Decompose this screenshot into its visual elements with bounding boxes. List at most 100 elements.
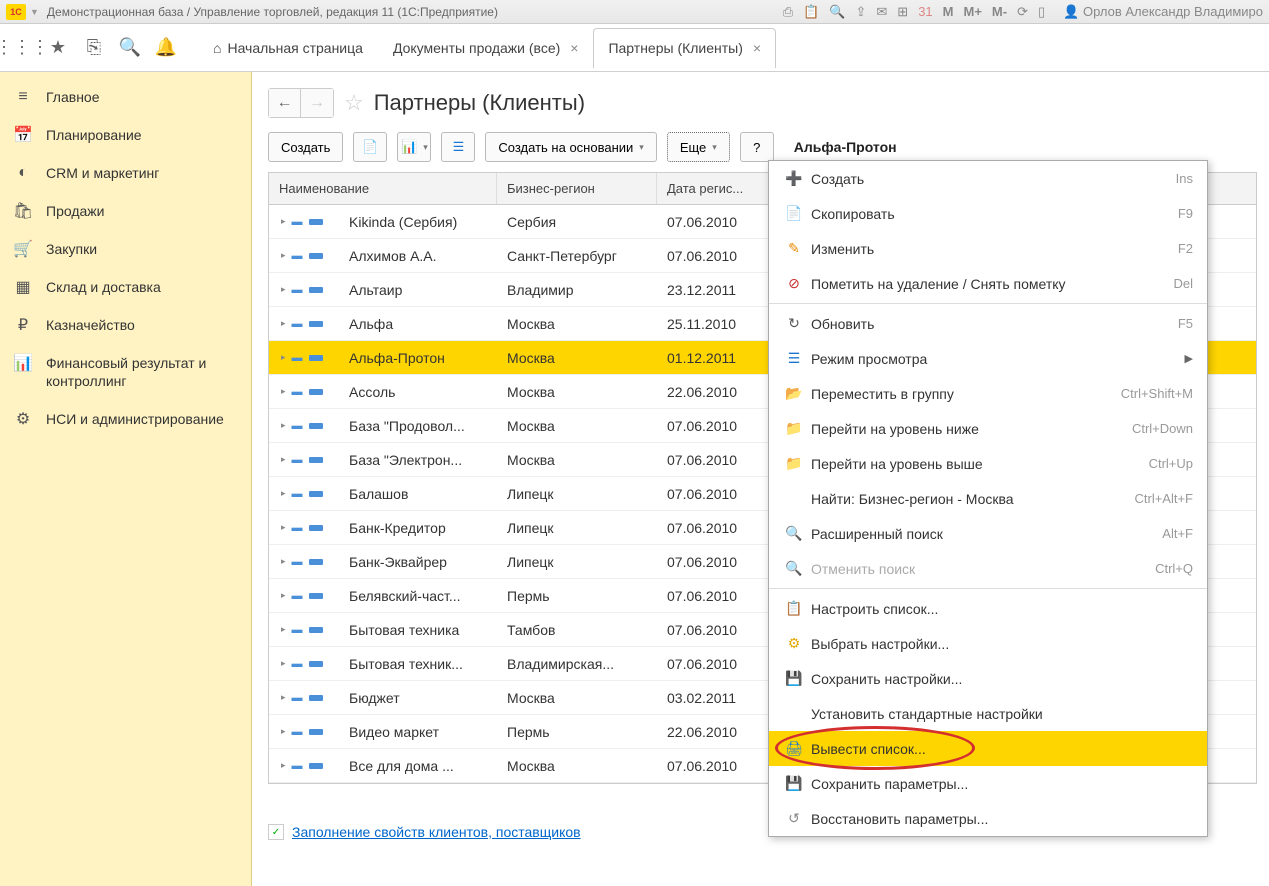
titlebar: 1C ▼ Демонстрационная база / Управление … [0,0,1269,24]
sidebar-icon: 📊 [14,354,32,372]
menu-item-15[interactable]: ⚙Выбрать настройки... [769,626,1207,661]
bell-icon[interactable]: 🔔 [152,34,180,62]
menu-shortcut: Ins [1176,171,1193,186]
print-icon[interactable]: ⎙ [783,4,793,20]
refresh-icon[interactable]: ⟳ [1017,4,1028,20]
tab-documents[interactable]: Документы продажи (все) × [378,28,594,68]
search-toolbar-icon[interactable]: 🔍 [116,34,144,62]
sidebar-item-6[interactable]: ₽Казначейство [0,306,251,344]
copy-icon[interactable]: 📋 [803,4,819,20]
menu-icon: ⚙ [783,635,805,652]
cell-date: 22.06.2010 [657,384,777,400]
m-plus-button[interactable]: M+ [964,4,982,19]
more-button[interactable]: Еще ▾ [667,132,730,162]
menu-item-9[interactable]: 📁Перейти на уровень вышеCtrl+Up [769,446,1207,481]
cell-date: 07.06.2010 [657,214,777,230]
home-icon: ⌂ [213,40,221,56]
menu-separator [769,303,1207,304]
cell-name: Алхимов А.А. [339,248,497,264]
menu-item-7[interactable]: 📂Переместить в группуCtrl+Shift+M [769,376,1207,411]
star-icon[interactable]: ★ [44,34,72,62]
menu-item-14[interactable]: 📋Настроить список... [769,591,1207,626]
copy-button[interactable]: 📄 [353,132,387,162]
sidebar-item-1[interactable]: 📅Планирование [0,116,251,154]
close-icon[interactable]: × [570,40,578,56]
menu-item-17[interactable]: Установить стандартные настройки [769,696,1207,731]
cell-date: 07.06.2010 [657,588,777,604]
menu-item-0[interactable]: ➕СоздатьIns [769,161,1207,196]
m-minus-button[interactable]: M- [992,4,1007,19]
menu-icon: 🖨 [783,740,805,757]
sidebar-item-4[interactable]: 🛒Закупки [0,230,251,268]
col-region[interactable]: Бизнес-регион [497,173,657,204]
sidebar-label: Продажи [46,203,104,219]
calc-icon[interactable]: ⊞ [897,4,908,20]
menu-item-20[interactable]: ↺Восстановить параметры... [769,801,1207,836]
col-date[interactable]: Дата регис... [657,173,777,204]
sidebar-item-8[interactable]: ⚙НСИ и администрирование [0,400,251,438]
chart-button[interactable]: 📊▾ [397,132,431,162]
link-icon[interactable]: ⎘ [80,34,108,62]
sidebar-item-2[interactable]: ◐CRM и маркетинг [0,154,251,192]
sidebar-icon: 🛒 [14,240,32,258]
upload-icon[interactable]: ⇪ [855,4,866,20]
menu-item-5[interactable]: ↻ОбновитьF5 [769,306,1207,341]
m-button[interactable]: M [943,4,954,19]
menu-label: Найти: Бизнес-регион - Москва [805,491,1134,507]
back-button[interactable]: ← [269,89,301,117]
toolbar: ⋮⋮⋮ ★ ⎘ 🔍 🔔 ⌂ Начальная страница Докумен… [0,24,1269,72]
tab-home[interactable]: ⌂ Начальная страница [198,28,378,68]
create-based-button[interactable]: Создать на основании ▾ [485,132,656,162]
menu-item-11[interactable]: 🔍Расширенный поискAlt+F [769,516,1207,551]
mail-icon[interactable]: ✉ [876,4,887,20]
col-name[interactable]: Наименование [269,173,497,204]
fill-properties-link[interactable]: Заполнение свойств клиентов, поставщиков [292,824,581,840]
sidebar-item-7[interactable]: 📊Финансовый результат и контроллинг [0,344,251,400]
forward-button[interactable]: → [301,89,333,117]
cell-region: Липецк [497,554,657,570]
menu-item-12[interactable]: 🔍Отменить поискCtrl+Q [769,551,1207,586]
sidebar-item-5[interactable]: ▦Склад и доставка [0,268,251,306]
menu-item-1[interactable]: 📄СкопироватьF9 [769,196,1207,231]
apps-icon[interactable]: ⋮⋮⋮ [8,34,36,62]
sidebar-item-0[interactable]: ≡Главное [0,78,251,116]
menu-shortcut: Ctrl+Q [1155,561,1193,576]
menu-item-18[interactable]: 🖨Вывести список... [769,731,1207,766]
tab-partners[interactable]: Партнеры (Клиенты) × [593,28,776,68]
help-button[interactable]: ? [740,132,774,162]
sidebar-icon: ≡ [14,88,32,106]
menu-item-2[interactable]: ✎ИзменитьF2 [769,231,1207,266]
menu-item-3[interactable]: ⊘Пометить на удаление / Снять пометкуDel [769,266,1207,301]
menu-icon: ↻ [783,315,805,332]
menu-item-8[interactable]: 📁Перейти на уровень нижеCtrl+Down [769,411,1207,446]
calendar-icon[interactable]: 31 [918,4,932,19]
create-button[interactable]: Создать [268,132,343,162]
menu-label: Переместить в группу [805,386,1121,402]
cell-name: Балашов [339,486,497,502]
favorite-icon[interactable]: ☆ [344,90,364,116]
menu-label: Настроить список... [805,601,1193,617]
menu-label: Скопировать [805,206,1178,222]
nav-arrows: ← → [268,88,334,118]
panel-icon[interactable]: ▯ [1038,4,1045,20]
menu-shortcut: Ctrl+Down [1132,421,1193,436]
menu-item-6[interactable]: ☰Режим просмотра▶ [769,341,1207,376]
menu-shortcut: Del [1173,276,1193,291]
menu-item-19[interactable]: 💾Сохранить параметры... [769,766,1207,801]
cell-date: 22.06.2010 [657,724,777,740]
menu-item-16[interactable]: 💾Сохранить настройки... [769,661,1207,696]
cell-date: 07.06.2010 [657,622,777,638]
app-logo: 1C [6,4,26,20]
search-icon[interactable]: 🔍 [829,4,845,20]
list-button[interactable]: ☰ [441,132,475,162]
cell-date: 25.11.2010 [657,316,777,332]
sidebar-item-3[interactable]: 🛍Продажи [0,192,251,230]
cell-date: 07.06.2010 [657,486,777,502]
logo-dropdown-icon[interactable]: ▼ [30,7,39,17]
row-handle: ▸▬ [269,386,339,398]
menu-shortcut: F5 [1178,316,1193,331]
close-icon[interactable]: × [753,40,761,56]
cell-date: 23.12.2011 [657,282,777,298]
sidebar-icon: ⚙ [14,410,32,428]
menu-item-10[interactable]: Найти: Бизнес-регион - МоскваCtrl+Alt+F [769,481,1207,516]
